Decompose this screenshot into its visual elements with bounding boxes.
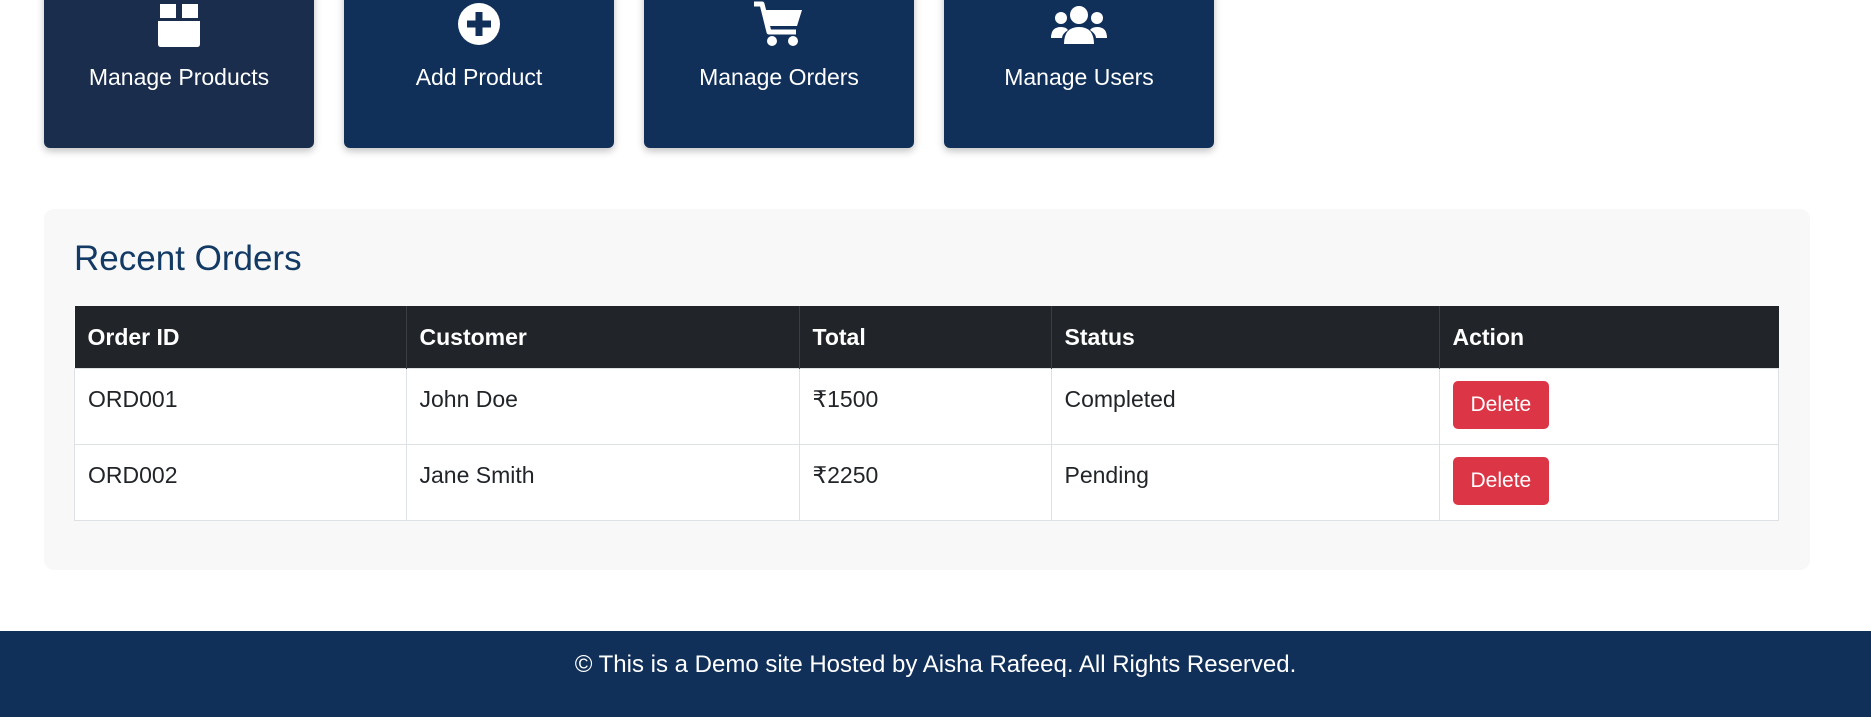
order-total: ₹1500 xyxy=(812,386,879,412)
status-cell: Pending xyxy=(1050,444,1440,521)
cart-icon xyxy=(752,0,806,48)
manage-orders-label: Manage Orders xyxy=(699,64,859,90)
orders-table: Order ID Customer Total Status Action OR… xyxy=(74,306,1779,521)
column-header-total: Total xyxy=(799,306,1052,369)
recent-orders-title: Recent Orders xyxy=(74,239,302,278)
order-id: ORD001 xyxy=(88,386,178,412)
recent-orders-panel: Recent Orders Order ID Customer Total St… xyxy=(44,209,1810,570)
customer-name: John Doe xyxy=(419,386,518,412)
order-id-cell: ORD001 xyxy=(74,368,407,445)
action-cell: Delete xyxy=(1438,444,1779,521)
customer-name: Jane Smith xyxy=(419,462,535,488)
add-product-label: Add Product xyxy=(415,64,543,90)
column-header-status: Status xyxy=(1051,306,1440,369)
manage-users-label: Manage Users xyxy=(1004,64,1154,90)
order-id-cell: ORD002 xyxy=(74,444,407,521)
add-product-card[interactable]: Add Product xyxy=(344,0,614,148)
users-icon xyxy=(1050,0,1108,48)
order-status: Pending xyxy=(1064,462,1149,488)
box-icon xyxy=(156,0,202,48)
manage-users-card[interactable]: Manage Users xyxy=(944,0,1214,148)
manage-orders-card[interactable]: Manage Orders xyxy=(644,0,914,148)
table-header-row: Order ID Customer Total Status Action xyxy=(74,306,1779,369)
order-total: ₹2250 xyxy=(812,462,879,488)
status-cell: Completed xyxy=(1050,368,1440,445)
site-footer: © This is a Demo site Hosted by Aisha Ra… xyxy=(0,631,1871,717)
customer-cell: John Doe xyxy=(405,368,800,445)
footer-text: © This is a Demo site Hosted by Aisha Ra… xyxy=(574,651,1297,678)
total-cell: ₹1500 xyxy=(798,368,1052,445)
manage-products-label: Manage Products xyxy=(88,64,270,90)
column-header-order-id: Order ID xyxy=(74,306,407,369)
action-cell: Delete xyxy=(1438,368,1779,445)
table-row: ORD001 John Doe ₹1500 Completed Delete xyxy=(74,368,1779,445)
column-header-customer: Customer xyxy=(406,306,800,369)
plus-circle-icon xyxy=(456,0,502,48)
manage-products-card[interactable]: Manage Products xyxy=(44,0,314,148)
table-row: ORD002 Jane Smith ₹2250 Pending Delete xyxy=(74,444,1779,521)
delete-button[interactable]: Delete xyxy=(1452,381,1550,429)
order-id: ORD002 xyxy=(88,462,178,488)
column-header-action: Action xyxy=(1439,306,1779,369)
order-status: Completed xyxy=(1064,386,1176,412)
dashboard-cards: Manage Products Add Product Manage Order… xyxy=(44,0,1214,148)
total-cell: ₹2250 xyxy=(798,444,1052,521)
delete-button[interactable]: Delete xyxy=(1452,457,1550,505)
customer-cell: Jane Smith xyxy=(405,444,800,521)
